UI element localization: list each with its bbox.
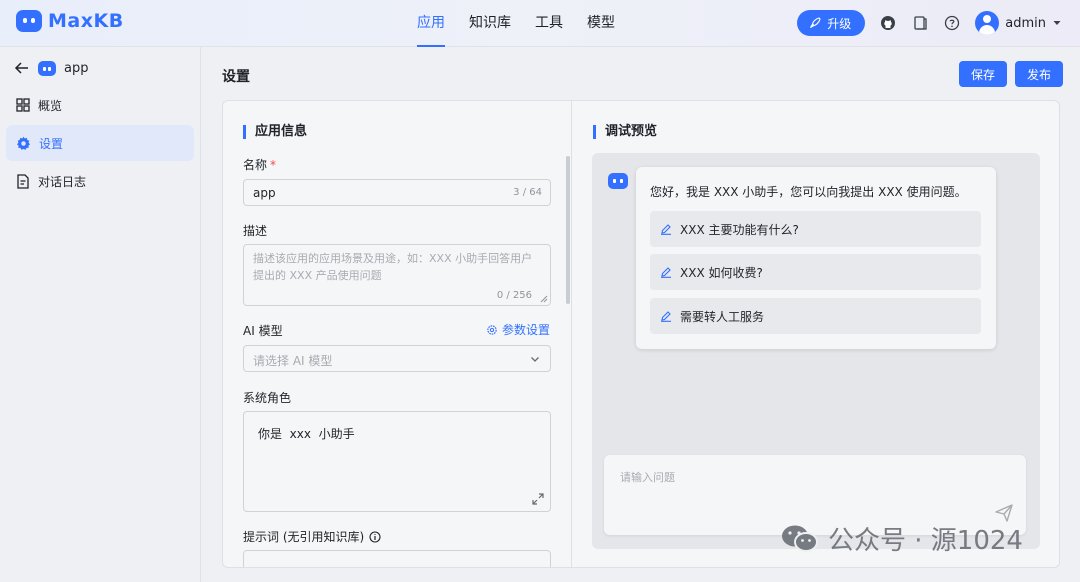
watermark-text: 公众号 · 源1024 [828,526,1023,556]
header-actions: 升级 admin [797,10,1062,36]
gear-icon [16,136,31,150]
nav-apps[interactable]: 应用 [405,0,457,47]
name-label: 名称 * [243,156,276,173]
ai-model-select[interactable]: 请选择 AI 模型 [243,345,551,372]
app-info-panel: 应用信息 名称 * app 3 / 64 描述 描述该应用的应用场景及用途，如：X… [223,101,572,567]
sidebar-item-label: 设置 [39,136,64,151]
grid-icon [16,98,30,112]
robot-logo-icon [16,10,42,32]
info-icon[interactable] [369,530,381,543]
prompt-textarea[interactable] [243,550,551,567]
main-nav: 应用 知识库 工具 模型 [405,0,627,47]
settings-gear-icon [487,324,497,335]
logo[interactable]: MaxKB [16,10,124,32]
debug-preview-title: 调试预览 [593,125,657,139]
avatar [975,11,1000,35]
sidebar-item-settings[interactable]: 设置 [6,125,194,161]
ai-model-label: AI 模型 [243,324,283,338]
bot-avatar-icon [608,173,628,189]
publish-button[interactable]: 发布 [1015,61,1064,87]
nav-knowledge[interactable]: 知识库 [457,0,523,47]
suggestion-text: XXX 如何收费? [680,265,763,280]
rocket-icon [810,17,821,28]
suggestion-text: XXX 主要功能有什么? [680,222,799,237]
arrow-left-icon[interactable] [14,61,30,75]
app-info-title: 应用信息 [243,125,307,139]
upgrade-button[interactable]: 升级 [797,10,866,36]
app-robot-icon [38,60,56,76]
sidebar-item-overview[interactable]: 概览 [6,87,194,123]
name-counter: 3 / 64 [513,187,542,198]
description-placeholder: 描述该应用的应用场景及用途，如：XXX 小助手回答用户提出的 XXX 产品使用问… [253,252,533,282]
name-label-text: 名称 [243,158,268,172]
debug-preview-panel: 调试预览 您好，我是 XXX 小助手，您可以向我提出 XXX 使用问题。 XXX… [573,101,1059,567]
docs-book-icon[interactable] [911,14,929,32]
expand-icon[interactable] [532,493,544,505]
system-role-value: 你是 xxx 小助手 [258,427,355,441]
user-name: admin [1005,15,1046,31]
document-icon [17,173,29,189]
upgrade-label: 升级 [827,16,852,31]
chevron-down-icon [531,357,539,362]
chat-area: 您好，我是 XXX 小助手，您可以向我提出 XXX 使用问题。 XXX 主要功能… [592,153,1040,549]
save-button[interactable]: 保存 [959,61,1008,87]
nav-models[interactable]: 模型 [575,0,627,47]
prompt-label-text: 提示词 (无引用知识库) [243,530,365,544]
settings-card: 应用信息 名称 * app 3 / 64 描述 描述该应用的应用场景及用途，如：X… [222,100,1060,568]
greeting-text: 您好，我是 XXX 小助手，您可以向我提出 XXX 使用问题。 [650,185,967,199]
pencil-icon [661,267,671,278]
user-menu[interactable]: admin [975,11,1062,35]
github-icon[interactable] [879,14,897,32]
suggestion-item[interactable]: XXX 如何收费? [650,254,981,290]
sidebar-item-label: 概览 [38,98,63,113]
suggestion-item[interactable]: 需要转人工服务 [650,298,981,334]
suggestion-item[interactable]: XXX 主要功能有什么? [650,211,981,247]
help-icon[interactable] [943,14,961,32]
system-role-textarea[interactable]: 你是 xxx 小助手 [243,411,551,512]
suggestion-text: 需要转人工服务 [680,309,765,324]
description-counter: 0 / 256 [496,290,532,301]
back-to-app-list[interactable]: app [14,59,88,77]
sidebar-item-chat-logs[interactable]: 对话日志 [6,163,194,199]
wechat-icon [782,525,818,552]
description-textarea[interactable]: 描述该应用的应用场景及用途，如：XXX 小助手回答用户提出的 XXX 产品使用问… [243,244,551,306]
top-header: MaxKB 应用 知识库 工具 模型 升级 admin [0,0,1080,47]
question-placeholder: 请输入问题 [620,471,675,484]
model-params-label: 参数设置 [502,323,551,337]
resize-handle-icon[interactable] [540,295,548,303]
form-scrollbar[interactable] [566,156,570,304]
logo-text: MaxKB [48,10,124,32]
caret-down-icon [1053,21,1061,25]
prompt-label: 提示词 (无引用知识库) [243,528,381,545]
bot-message-bubble: 您好，我是 XXX 小助手，您可以向我提出 XXX 使用问题。 XXX 主要功能… [636,167,996,349]
name-input-value: app [253,186,276,200]
watermark: 公众号 · 源1024 [780,520,1023,557]
pencil-icon [661,224,671,235]
description-label: 描述 [243,224,268,238]
name-input[interactable]: app 3 / 64 [243,179,551,206]
required-mark: * [270,158,277,172]
system-role-label: 系统角色 [243,391,292,405]
pencil-icon [661,311,671,322]
app-name: app [64,60,89,76]
sidebar-item-label: 对话日志 [38,174,87,189]
nav-tools[interactable]: 工具 [523,0,575,47]
sidebar: app 概览 设置 对话日志 [0,47,201,582]
model-params-link[interactable]: 参数设置 [486,321,550,338]
ai-model-placeholder: 请选择 AI 模型 [253,354,333,368]
page-title: 设置 [222,69,250,85]
